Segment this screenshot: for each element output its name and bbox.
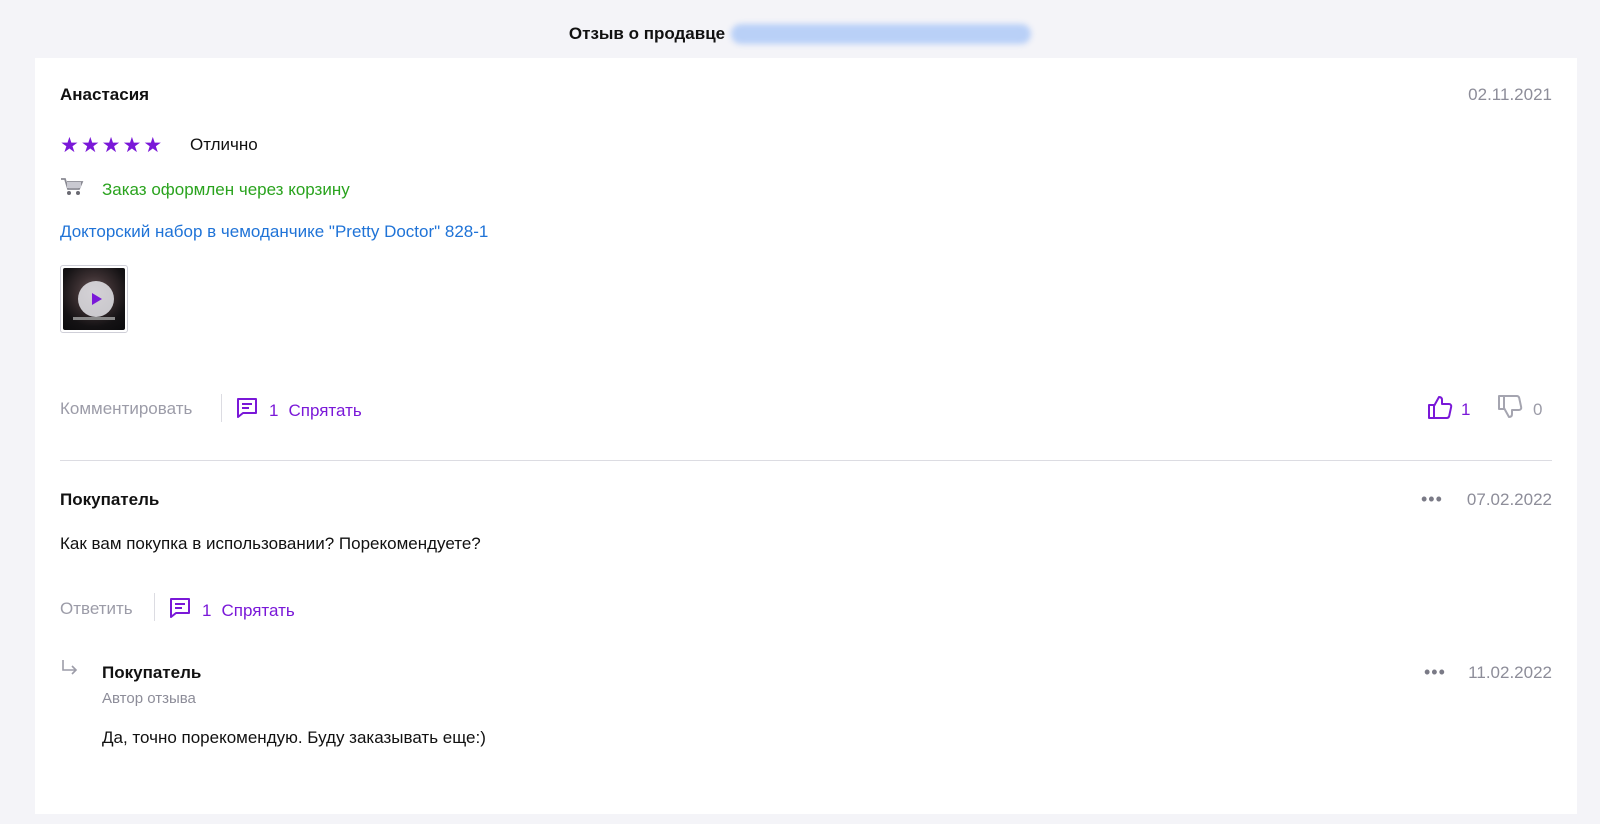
likes-count: 1 bbox=[1461, 399, 1471, 419]
rating-stars: ★ ★ ★ ★ ★ bbox=[60, 135, 162, 156]
order-note: Заказ оформлен через корзину bbox=[102, 180, 350, 199]
more-options-icon[interactable]: ••• bbox=[1424, 662, 1446, 683]
comment-button[interactable]: Комментировать bbox=[60, 399, 192, 419]
thumb-up-icon bbox=[1427, 394, 1453, 425]
product-link[interactable]: Докторский набор в чемоданчике "Pretty D… bbox=[60, 222, 488, 242]
comments-toggle[interactable]: 1 Спрятать bbox=[235, 396, 362, 425]
actions-divider bbox=[154, 593, 155, 621]
reply-arrow-icon bbox=[60, 658, 80, 685]
comment-text: Как вам покупка в использовании? Пореком… bbox=[60, 534, 481, 553]
dislikes-count: 0 bbox=[1533, 399, 1543, 419]
actions-divider bbox=[221, 394, 222, 422]
star-icon: ★ bbox=[122, 134, 142, 157]
more-options-icon[interactable]: ••• bbox=[1421, 489, 1443, 510]
review-card: Анастасия 02.11.2021 ★ ★ ★ ★ ★ Отлично З… bbox=[35, 58, 1577, 814]
replies-toggle[interactable]: 1 Спрятать bbox=[168, 596, 295, 625]
star-icon: ★ bbox=[101, 134, 121, 157]
replies-count: 1 bbox=[202, 600, 212, 620]
video-thumbnail[interactable] bbox=[60, 265, 128, 333]
review-date: 02.11.2021 bbox=[1468, 85, 1552, 104]
like-button[interactable]: 1 bbox=[1427, 394, 1470, 425]
review-author: Анастасия bbox=[60, 85, 150, 104]
video-caption-strip bbox=[73, 317, 115, 320]
page-title: Отзыв о продавце bbox=[568, 24, 726, 43]
dislike-button[interactable]: 0 bbox=[1497, 394, 1542, 425]
reply-author-role: Автор отзыва bbox=[102, 690, 196, 707]
comments-count: 1 bbox=[269, 400, 279, 420]
star-icon: ★ bbox=[80, 134, 100, 157]
play-icon[interactable] bbox=[78, 281, 114, 317]
comment-date: 07.02.2022 bbox=[1466, 490, 1552, 509]
video-preview bbox=[63, 268, 125, 330]
reply-button[interactable]: Ответить bbox=[60, 599, 133, 619]
reply-author: Покупатель bbox=[102, 663, 202, 682]
rating-label: Отлично bbox=[190, 135, 258, 154]
comment-author: Покупатель bbox=[60, 490, 160, 509]
hide-replies-button[interactable]: Спрятать bbox=[221, 601, 294, 621]
reply-text: Да, точно порекомендую. Буду заказывать … bbox=[102, 728, 486, 747]
comment-icon bbox=[235, 396, 259, 425]
reply-date: 11.02.2022 bbox=[1468, 663, 1552, 682]
section-divider bbox=[60, 460, 1552, 461]
page-header: Отзыв о продавце bbox=[0, 20, 1600, 48]
thumb-down-icon bbox=[1497, 394, 1523, 425]
comment-icon bbox=[168, 596, 192, 625]
hide-comments-button[interactable]: Спрятать bbox=[288, 401, 361, 421]
star-icon: ★ bbox=[143, 134, 163, 157]
seller-name-redacted[interactable] bbox=[731, 24, 1032, 44]
star-icon: ★ bbox=[60, 134, 79, 157]
cart-icon bbox=[60, 177, 84, 202]
